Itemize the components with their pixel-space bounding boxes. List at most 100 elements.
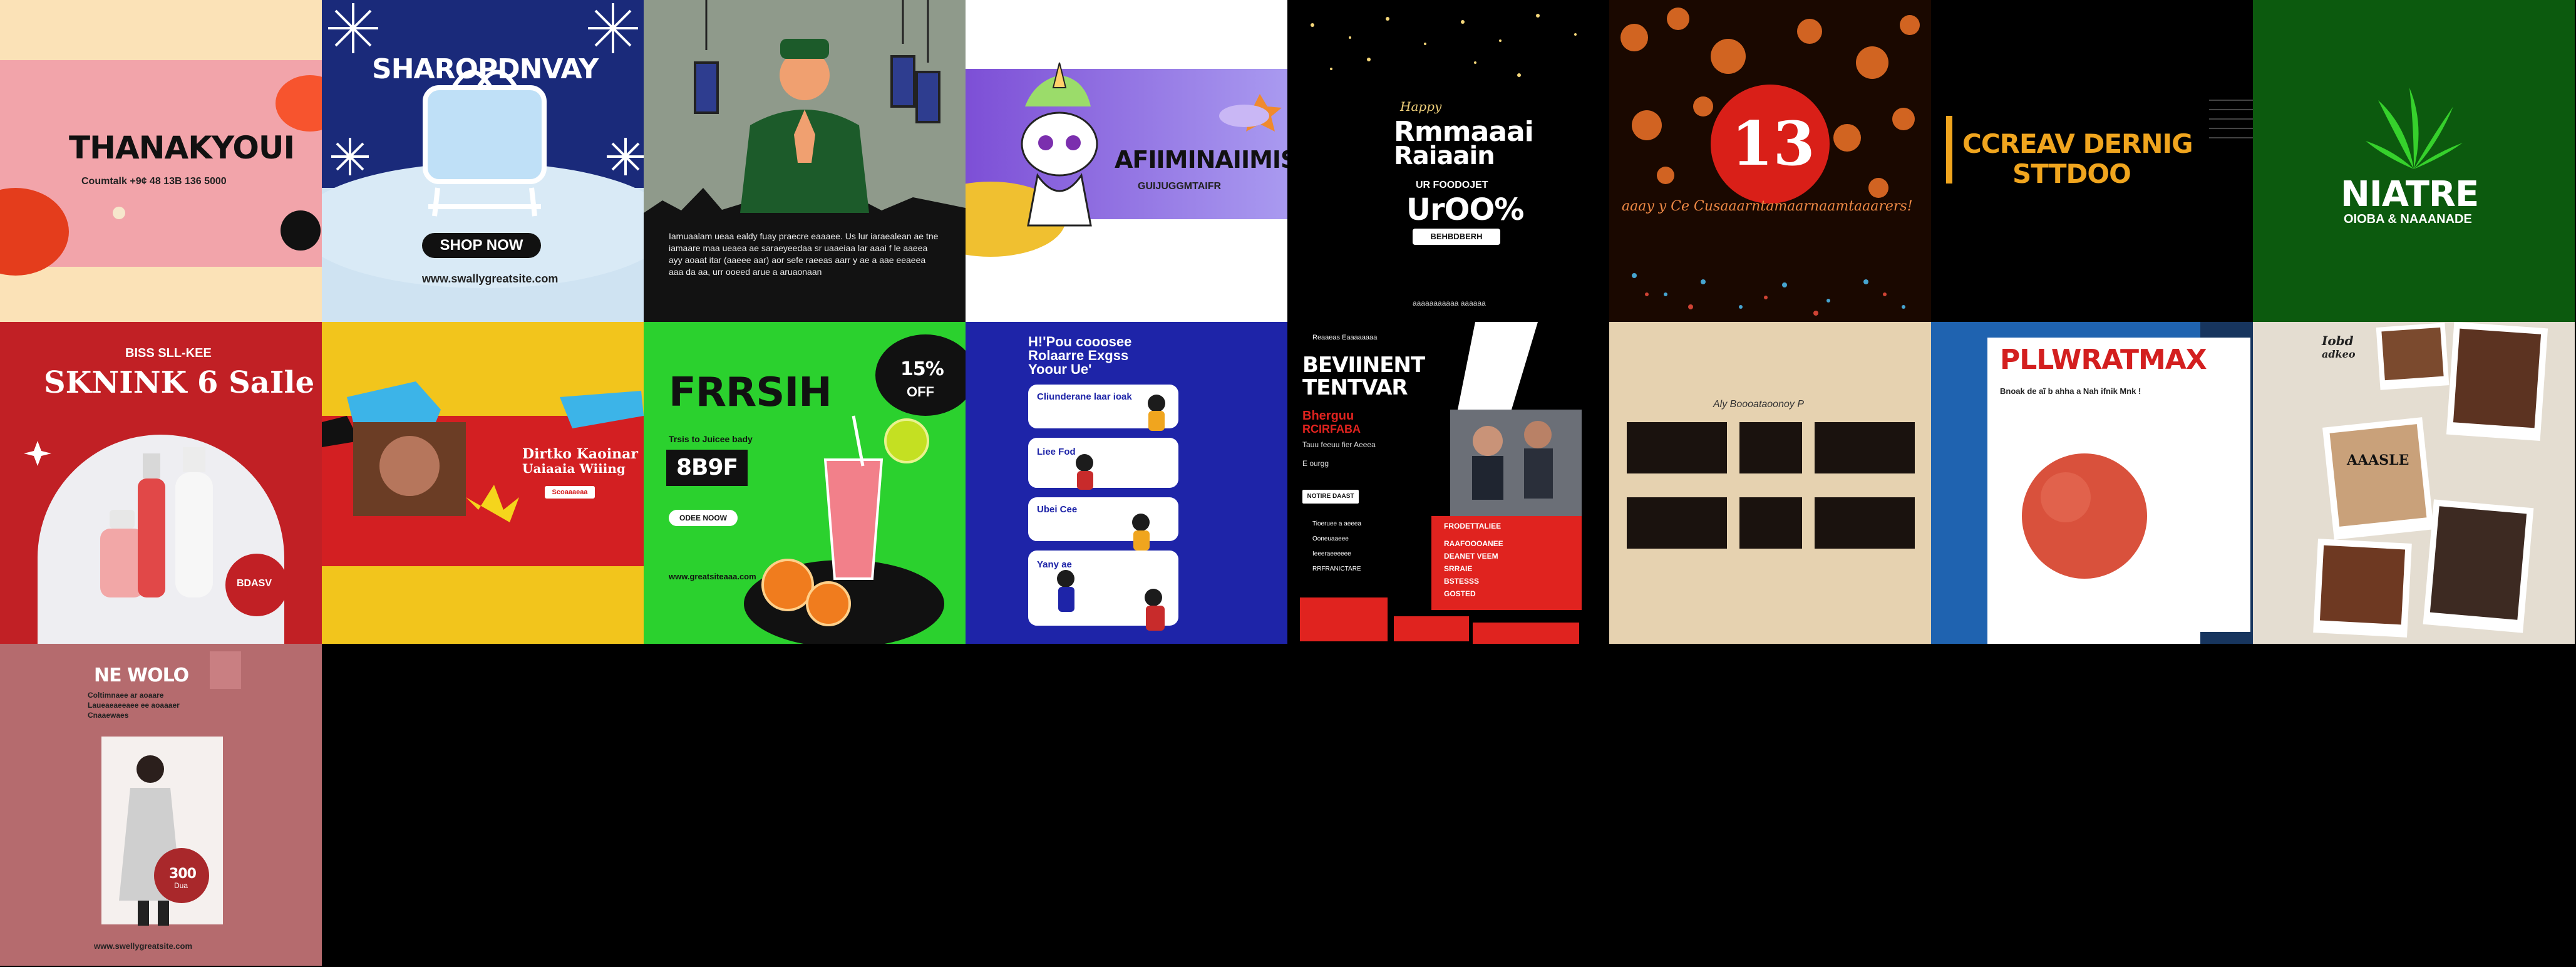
collage-shapes [322,381,644,644]
shop-now-button[interactable]: SHOP NOW [422,233,541,258]
new-world-text-3: Cnaaewaes [88,711,129,720]
gallery-card-1 [1627,422,1727,473]
business-list-1: Tioeruee a aeeea [1312,520,1362,527]
beige-heading: Aly Boooataoonoy P [1713,399,1804,410]
polaroid-1-photo [2381,327,2444,381]
thank-you-contact: Coumtalk +9¢ 48 13B 136 5000 [81,176,227,187]
fresh-off: OFF [907,384,934,400]
studio-subtitle: STTDOO [2012,158,2131,189]
unicorn-title: AFIIMINAIIMIS [1115,146,1287,173]
business-list-2: Ooneuaaeee [1312,535,1349,542]
tile-bokeh[interactable]: 13 aaay y Ce Cusaaarntamaarnaamtaaarers! [1609,0,1931,322]
fresh-price: 8B9F [676,455,738,480]
polaroid-label: AAASLE [2347,452,2409,468]
tile-happy-ramadan[interactable]: Happy Rmmaaai Raiaain UR FOODOJET UrOO% … [1287,0,1609,322]
polaroid-2-photo [2453,328,2542,428]
black-dot [281,210,321,251]
new-world-price-sub: Dua [174,881,188,890]
business-list-3: Ieeeraeeeeee [1312,551,1351,557]
nature-title: NIATRE [2341,174,2479,215]
ramadan-footer: aaaaaaaaaaa aaaaaa [1413,299,1486,308]
thank-you-title: THANAKYOUI [69,130,295,166]
gallery-card-2 [1739,422,1802,473]
business-red-5: BSTESSS [1444,577,1480,586]
polaroid-small-1: Iobd [2322,333,2354,348]
leaf-logo-icon [2366,88,2463,169]
business-red-2: RAAFOOOANEE [1444,539,1503,548]
new-world-text-1: Coltimnaee ar aoaare [88,691,164,700]
business-title-2: TENTVAR [1302,375,1408,400]
tile-planet[interactable]: PLLWRATMAX Bnoak de aĩ b ahha a Nah ifni… [1931,322,2253,644]
fresh-subtitle: Trsis to Juicee bady [669,434,753,444]
shopping-day-url: www.swallygreatsite.com [422,272,559,285]
gallery-card-4 [1627,497,1727,549]
business-logo: Reaaeas Eaaaaaaaa [1312,334,1378,341]
tile-skincare-sale[interactable]: BISS SLL-KEE SKNINK 6 SaIle BDASV [0,322,322,644]
polaroid-5-photo [2429,506,2527,620]
planet-title: PLLWRATMAX [2000,344,2207,376]
bokeh-number: 13 [1731,108,1815,179]
gallery-card-3 [1815,422,1915,473]
ramadan-percent: UrOO% [1406,192,1524,227]
tile-new-world[interactable]: NE WOLO Coltimnaee ar aoaare Laueaeaeeae… [0,644,322,966]
tile-blue-list[interactable]: H!'Pou cooosee Rolaarre Exgss Yoour Ue' … [966,322,1287,644]
new-world-title: NE WOLO [94,664,189,686]
new-world-text-2: Laueaeaeeaee ee aoaaaer [88,701,180,710]
gallery-card-5 [1739,497,1802,549]
praying-man-icon [740,39,869,213]
business-red-3: DEANET VEEM [1444,552,1498,561]
business-red-1: FRODETTALIEE [1444,522,1502,530]
tile-collage-red[interactable]: Dirtko Kaoinar Uaiaaia Wiiing Scoaaaeaa [322,322,644,644]
collage-button[interactable]: Scoaaaeaa [545,486,595,499]
people-illustration [1057,395,1165,631]
tile-beige-gallery[interactable]: Aly Boooataoonoy P [1609,322,1931,644]
skincare-badge-text: BDASV [237,578,272,589]
fresh-discount: 15% [900,358,944,380]
business-red-4: SRRAIE [1444,564,1473,573]
studio-title: CCREAV DERNIG [1962,128,2193,159]
tile-thank-you[interactable]: THANAKYOUI Coumtalk +9¢ 48 13B 136 5000 [0,0,322,322]
business-list-4: RRFRANICTARE [1312,566,1361,572]
sparkle-icon [24,441,51,466]
collage-headline: Dirtko Kaoinar [522,446,639,462]
tile-business[interactable]: Reaaeas Eaaaaaaaa BEVIINENT TENTVAR Bher… [1287,322,1609,644]
fresh-title: FRRSIH [669,370,832,416]
shopping-cart-icon [423,70,547,217]
tile-studio[interactable]: CCREAV DERNIG STTDOO [1931,0,2253,322]
tile-ramadan-prayer[interactable]: Iamuaalam ueaa ealdy fuay praecre eaaaee… [644,0,966,322]
unicorn-subtitle: GUIJUGGMTAIFR [1138,181,1222,192]
new-world-price: 300 [169,866,197,882]
business-sub-1: Bherguu [1302,409,1354,423]
business-small: E ourgg [1302,459,1329,468]
polaroid-4-photo [2319,545,2406,625]
new-world-url: www.swellygreatsite.com [94,941,193,951]
ramadan-off-label: UR FOODOJET [1416,180,1488,190]
nature-subtitle: OIOBA & NAAANADE [2344,212,2472,226]
business-button[interactable]: NOTIRE DAAST [1302,490,1359,504]
ramadan-title-line-2: Raiaain [1394,142,1495,170]
burst-icon [466,485,519,522]
skincare-small-label: BISS SLL-KEE [125,346,212,360]
ramadan-cta-button[interactable]: BEHBDBERH [1413,229,1500,245]
template-gallery: THANAKYOUI Coumtalk +9¢ 48 13B 136 5000 … [0,0,2576,967]
skincare-title: SKNINK 6 SaIle [44,365,315,400]
gallery-card-6 [1815,497,1915,549]
fresh-url: www.greatsiteaaa.com [669,572,756,581]
happy-small-label: Happy [1400,99,1442,114]
polaroid-3-photo [2329,424,2427,527]
planet-subtitle: Bnoak de aĩ b ahha a Nah ifnik Mnk ! [2000,386,2141,396]
fresh-order-button[interactable]: ODEE NOOW [669,510,738,526]
business-text: Tauu feeuu fier Aeeea [1302,440,1376,449]
tile-nature[interactable]: NIATRE OIOBA & NAAANADE [2253,0,2575,322]
business-title-1: BEVIINENT [1302,353,1425,378]
business-sub-2: RCIRFABA [1302,423,1361,435]
bokeh-caption: aaay y Ce Cusaaarntamaarnaamtaaarers! [1622,199,1913,214]
business-red-6: GOSTED [1444,589,1476,598]
shopping-day-title: SHAROPDNVAY [372,53,599,85]
tile-polaroid[interactable]: Iobd adkeo AAASLE [2253,322,2575,644]
tile-fresh-juice[interactable]: FRRSIH 15% OFF Trsis to Juicee bady 8B9F… [644,322,966,644]
collage-subhead: Uaiaaia Wiiing [522,461,626,476]
tile-unicorn[interactable]: AFIIMINAIIMIS GUIJUGGMTAIFR [966,0,1287,322]
ramadan-body-text: Iamuaalam ueaa ealdy fuay praecre eaaaee… [669,231,939,277]
tile-shopping-day[interactable]: SHAROPDNVAY SHOP NOW www.swallygreatsite… [322,0,644,322]
